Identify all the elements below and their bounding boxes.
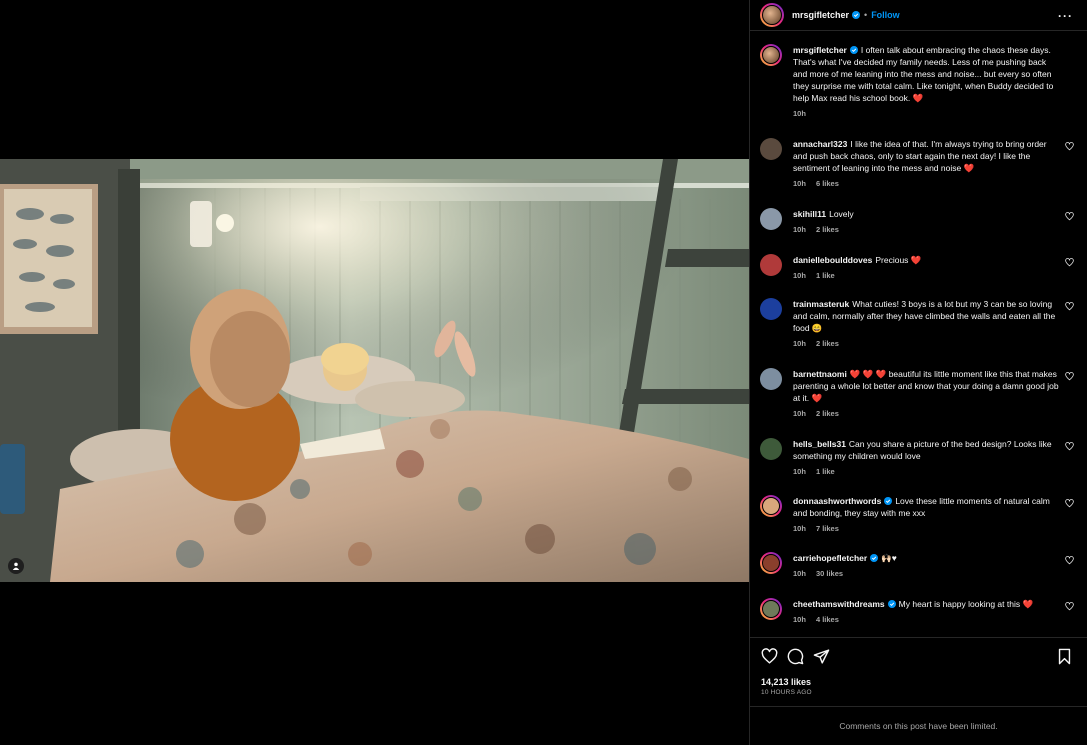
comment-time: 10h [793, 569, 806, 578]
action-bar [761, 648, 1073, 668]
comment-username[interactable]: annacharl323 [793, 139, 847, 149]
comment-item: hells_bells31 Can you share a picture of … [760, 438, 1077, 478]
comment-likes[interactable]: 1 like [816, 271, 835, 280]
comment-emoji: 😄 [811, 323, 823, 333]
author-handle[interactable]: mrsgifletcher [792, 10, 849, 20]
likes-count[interactable]: 14,213 likes [761, 677, 811, 687]
commenter-avatar[interactable] [760, 598, 782, 620]
post-photo[interactable] [0, 159, 749, 582]
comment-time: 10h [793, 271, 806, 280]
author-avatar[interactable] [760, 3, 784, 27]
comment-likes[interactable]: 2 likes [816, 339, 839, 348]
comment-likes[interactable]: 30 likes [816, 569, 843, 578]
comment-like-heart-icon[interactable] [1065, 556, 1074, 565]
media-pane [0, 0, 749, 745]
comment-username[interactable]: trainmasteruk [793, 299, 849, 309]
comment-item: danielleboulddoves Precious ❤️ 10h 1 like [760, 254, 1077, 282]
comment-like-heart-icon[interactable] [1065, 142, 1074, 151]
user-tag-icon[interactable] [8, 558, 24, 574]
verified-badge-icon [870, 554, 879, 562]
post-side-panel: mrsgifletcher • Follow ··· mrsgifletcher… [749, 0, 1087, 745]
comment-emoji: ❤️ [963, 163, 975, 173]
comment-username[interactable]: danielleboulddoves [793, 255, 872, 265]
comment-likes[interactable]: 4 likes [816, 615, 839, 624]
comment-username[interactable]: cheethamswithdreams [793, 599, 885, 609]
comment-time: 10h [793, 225, 806, 234]
comment-username[interactable]: barnettnaomi [793, 369, 847, 379]
heart-emoji: ❤️ [912, 93, 924, 103]
comment-likes[interactable]: 2 likes [816, 225, 839, 234]
comment-like-heart-icon[interactable] [1065, 499, 1074, 508]
comment-time: 10h [793, 467, 806, 476]
comment-likes[interactable]: 2 likes [816, 409, 839, 418]
commenter-avatar[interactable] [760, 298, 782, 320]
comment-emoji: ❤️ [1022, 599, 1034, 609]
comment-emoji: ❤️ [910, 255, 922, 265]
commenter-avatar[interactable] [760, 254, 782, 276]
comment-time: 10h [793, 179, 806, 188]
comments-limited-notice: Comments on this post have been limited. [750, 706, 1087, 745]
commenter-avatar[interactable] [760, 208, 782, 230]
comment-item: trainmasteruk What cuties! 3 boys is a lo… [760, 298, 1077, 350]
comment-likes[interactable]: 1 like [816, 467, 835, 476]
verified-badge-icon [849, 46, 858, 54]
comment-emoji-prefix: ❤️ ❤️ ❤️ [849, 369, 887, 379]
comment-text: My heart is happy looking at this [898, 599, 1021, 609]
author-avatar[interactable] [760, 44, 782, 66]
comment-item: carriehopefletcher 🙌🏻♥ 10h 30 likes [760, 552, 1077, 580]
verified-badge-icon [852, 11, 861, 19]
comment-text: Precious [875, 255, 909, 265]
comment-item: donnaashworthwords Love these little mome… [760, 495, 1077, 535]
comment-like-heart-icon[interactable] [1065, 372, 1074, 381]
comment-username[interactable]: carriehopefletcher [793, 553, 867, 563]
comment-time: 10h [793, 615, 806, 624]
bookmark-icon[interactable] [1056, 648, 1073, 665]
caption-time: 10h [793, 109, 806, 118]
commenter-avatar[interactable] [760, 495, 782, 517]
comment-like-heart-icon[interactable] [1065, 442, 1074, 451]
separator-dot: • [864, 10, 868, 20]
comment-username[interactable]: donnaashworthwords [793, 496, 881, 506]
commenter-avatar[interactable] [760, 138, 782, 160]
comment-username[interactable]: hells_bells31 [793, 439, 846, 449]
caption-username[interactable]: mrsgifletcher [793, 45, 847, 55]
comment-time: 10h [793, 339, 806, 348]
comments-list[interactable]: mrsgifletcher I often talk about embracin… [750, 32, 1087, 638]
comment-time: 10h [793, 409, 806, 418]
instagram-post-view: mrsgifletcher • Follow ··· mrsgifletcher… [0, 0, 1087, 745]
photo-illustration [0, 159, 749, 582]
commenter-avatar[interactable] [760, 552, 782, 574]
commenter-avatar[interactable] [760, 368, 782, 390]
posted-time: 10 HOURS AGO [761, 689, 812, 696]
comment-like-heart-icon[interactable] [1065, 602, 1074, 611]
comment-item: barnettnaomi ❤️ ❤️ ❤️ beautiful its littl… [760, 368, 1077, 420]
commenter-avatar[interactable] [760, 438, 782, 460]
comment-item: cheethamswithdreams My heart is happy loo… [760, 598, 1077, 626]
comment-time: 10h [793, 524, 806, 533]
comment-username[interactable]: skihill11 [793, 209, 826, 219]
comment-text: Lovely [829, 209, 854, 219]
post-header: mrsgifletcher • Follow ··· [750, 0, 1087, 31]
verified-badge-icon [884, 497, 893, 505]
comment-emoji: ❤️ [811, 393, 823, 403]
heart-icon[interactable] [761, 648, 778, 665]
comment-item: annacharl323 I like the idea of that. I'm… [760, 138, 1077, 190]
caption: mrsgifletcher I often talk about embracin… [760, 44, 1077, 120]
comment-like-heart-icon[interactable] [1065, 258, 1074, 267]
share-icon[interactable] [813, 648, 830, 665]
comment-item: skihill11 Lovely 10h 2 likes [760, 208, 1077, 236]
comment-likes[interactable]: 6 likes [816, 179, 839, 188]
comment-likes[interactable]: 7 likes [816, 524, 839, 533]
more-horizontal-icon[interactable]: ··· [1058, 9, 1073, 23]
comment-like-heart-icon[interactable] [1065, 212, 1074, 221]
comment-icon[interactable] [787, 648, 804, 665]
comment-like-heart-icon[interactable] [1065, 302, 1074, 311]
follow-button[interactable]: Follow [871, 10, 900, 20]
comment-text: 🙌🏻♥ [881, 553, 897, 563]
verified-badge-icon [887, 600, 896, 608]
